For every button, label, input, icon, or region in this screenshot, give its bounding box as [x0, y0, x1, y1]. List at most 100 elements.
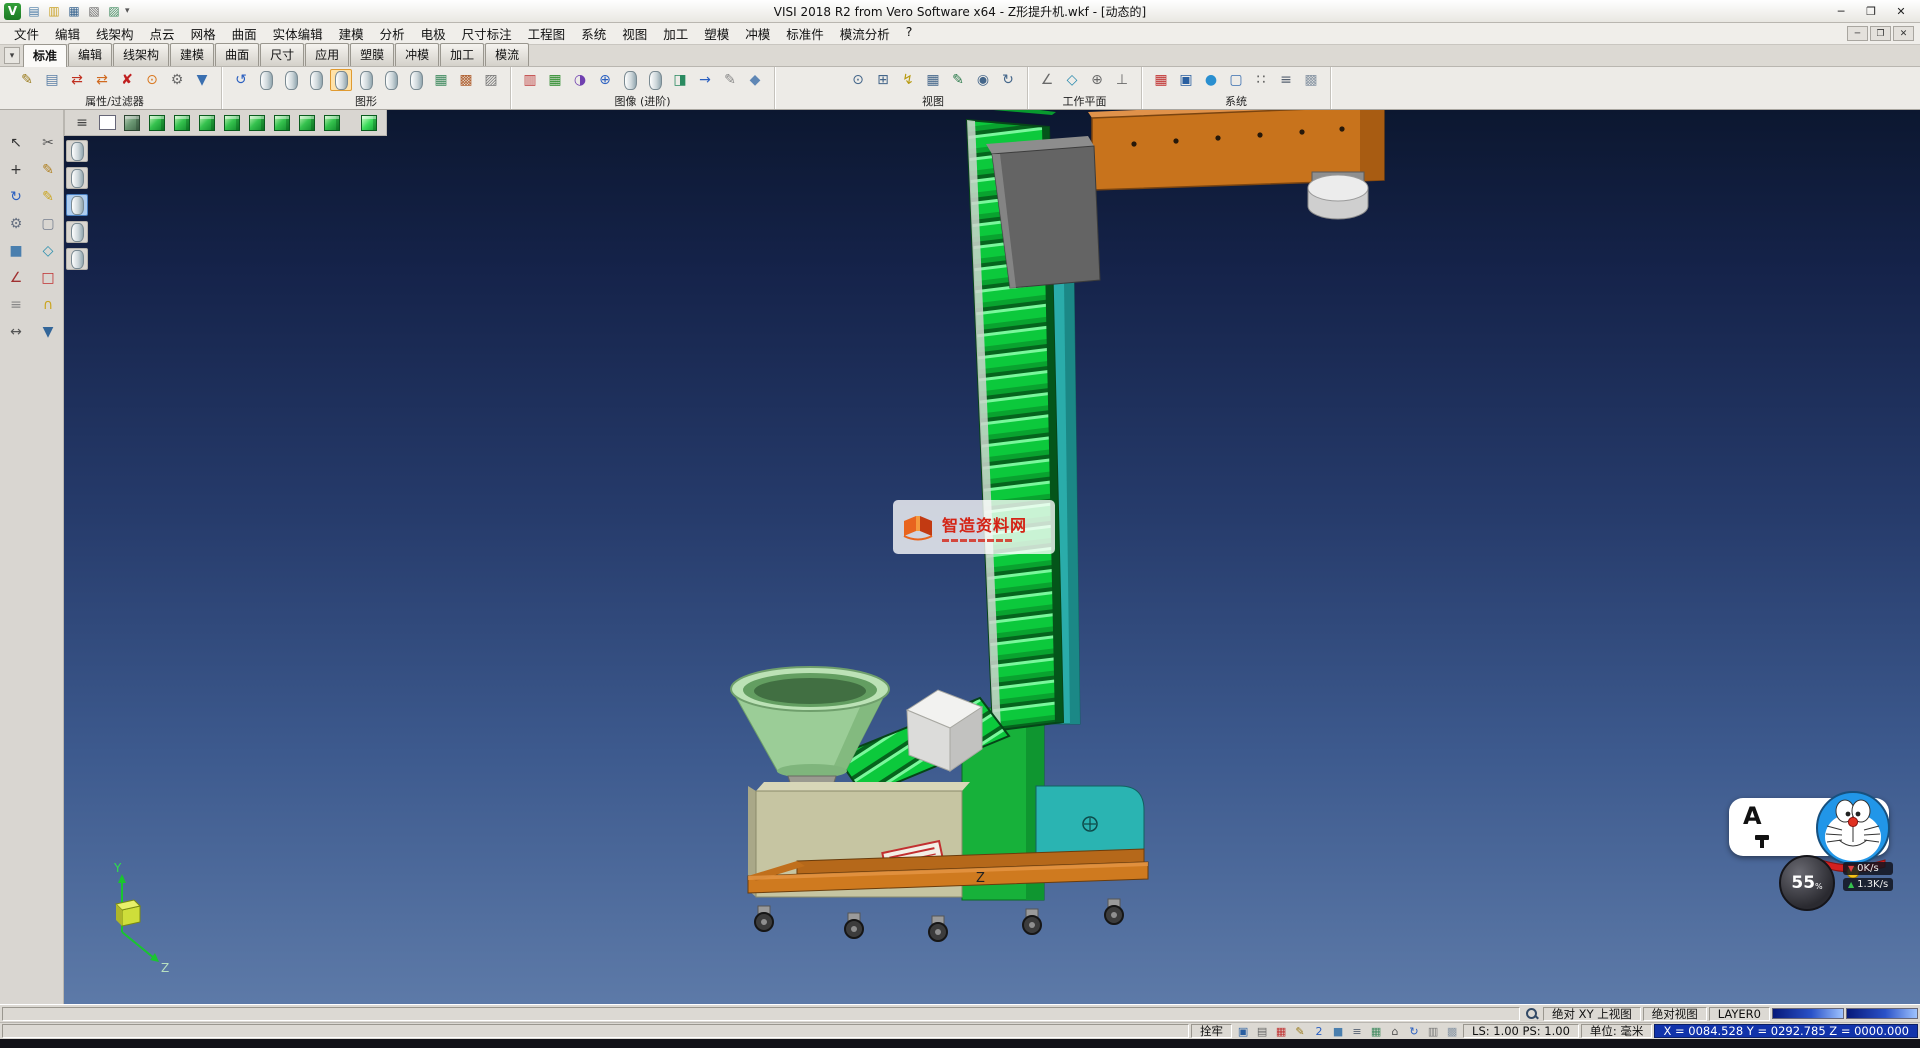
tab-edit[interactable]: 编辑: [68, 43, 112, 66]
status-list-icon[interactable]: ≡: [1348, 1024, 1366, 1039]
status-box-icon[interactable]: ■: [1329, 1024, 1347, 1039]
ghost-cylinder-icon[interactable]: [355, 69, 377, 91]
select-arrow-icon[interactable]: ↖: [5, 132, 27, 154]
sys-colors-icon[interactable]: ▦: [1150, 69, 1172, 91]
menu-system[interactable]: 系统: [573, 22, 614, 45]
display-filter-4-icon[interactable]: [66, 221, 88, 243]
workplane-plane-icon[interactable]: ◇: [1061, 69, 1083, 91]
view-iso-icon[interactable]: [146, 112, 168, 134]
save-view-icon[interactable]: ▼: [37, 321, 59, 343]
adv-pen-icon[interactable]: ✎: [719, 69, 741, 91]
minimize-button[interactable]: ─: [1826, 2, 1856, 21]
tab-machining[interactable]: 加工: [440, 43, 484, 66]
menu-wireframe[interactable]: 线架构: [88, 22, 142, 45]
pan-icon[interactable]: ↔: [5, 321, 27, 343]
menu-flow-analysis[interactable]: 模流分析: [832, 22, 898, 45]
tab-apply[interactable]: 应用: [305, 43, 349, 66]
wireframe-cylinder-icon[interactable]: [255, 69, 277, 91]
redline-icon[interactable]: ✎: [947, 69, 969, 91]
status-screen-icon[interactable]: ▥: [1424, 1024, 1442, 1039]
menu-machining[interactable]: 加工: [655, 22, 696, 45]
tool-gear-icon[interactable]: ⚙: [5, 213, 27, 235]
edges-cylinder-icon[interactable]: [380, 69, 402, 91]
barrel-icon[interactable]: ▩: [455, 69, 477, 91]
rotate-icon[interactable]: ↻: [5, 186, 27, 208]
adv-shading-icon[interactable]: ◑: [569, 69, 591, 91]
solid-box-icon[interactable]: ■: [5, 240, 27, 262]
child-restore-button[interactable]: ❐: [1870, 26, 1891, 41]
mesh-cylinder-icon[interactable]: [405, 69, 427, 91]
view-axon-icon[interactable]: [321, 112, 343, 134]
marker-pen-icon[interactable]: ✎: [37, 186, 59, 208]
viewport-3d[interactable]: Z Y Z 智造资料网: [64, 110, 1920, 1004]
display-filter-1-icon[interactable]: [66, 140, 88, 162]
adv-section-icon[interactable]: ◨: [669, 69, 691, 91]
attr-pages-icon[interactable]: ▤: [41, 69, 63, 91]
speed-gauge[interactable]: 55 %: [1779, 855, 1835, 911]
menu-help[interactable]: ?: [898, 22, 921, 45]
status-monitor-icon[interactable]: ▣: [1234, 1024, 1252, 1039]
tab-flow[interactable]: 模流: [485, 43, 529, 66]
menu-solid-edit[interactable]: 实体编辑: [265, 22, 331, 45]
save-icon[interactable]: ▦: [65, 2, 83, 20]
measure-angle-icon[interactable]: ∠: [5, 267, 27, 289]
visibility-icon[interactable]: ◉: [972, 69, 994, 91]
menu-standard-parts[interactable]: 标准件: [778, 22, 832, 45]
viewbar-window-icon[interactable]: [96, 112, 118, 134]
status-refresh-icon[interactable]: ↻: [1405, 1024, 1423, 1039]
status-pencil-icon[interactable]: ✎: [1291, 1024, 1309, 1039]
zoom-icon[interactable]: ⊙: [847, 69, 869, 91]
menu-electrode[interactable]: 电极: [413, 22, 454, 45]
menu-dimension[interactable]: 尺寸标注: [454, 22, 520, 45]
sketch-pen-icon[interactable]: ✎: [37, 159, 59, 181]
tab-mold[interactable]: 塑膜: [350, 43, 394, 66]
hidden-line-cylinder-icon[interactable]: [280, 69, 302, 91]
display-filter-2-icon[interactable]: [66, 167, 88, 189]
view-cube-dim-icon[interactable]: [121, 112, 143, 134]
view-bottom-icon[interactable]: [296, 112, 318, 134]
status-cells-icon[interactable]: ▩: [1443, 1024, 1461, 1039]
view-top-icon[interactable]: [196, 112, 218, 134]
tab-dimension[interactable]: 尺寸: [260, 43, 304, 66]
texture-icon[interactable]: ▨: [480, 69, 502, 91]
menu-analysis[interactable]: 分析: [372, 22, 413, 45]
sys-window-icon[interactable]: ▢: [1225, 69, 1247, 91]
attr-pencil-icon[interactable]: ✎: [16, 69, 38, 91]
menu-view[interactable]: 视图: [614, 22, 655, 45]
attr-match-icon[interactable]: ⇄: [91, 69, 113, 91]
display-filter-5-icon[interactable]: [66, 248, 88, 270]
shaded-cylinder-icon[interactable]: [305, 69, 327, 91]
sys-layers-icon[interactable]: ≡: [1275, 69, 1297, 91]
regen-icon[interactable]: ↺: [230, 69, 252, 91]
menu-surface[interactable]: 曲面: [224, 22, 265, 45]
print-icon[interactable]: ▧: [85, 2, 103, 20]
scissors-icon[interactable]: ✂: [37, 132, 59, 154]
tab-modeling[interactable]: 建模: [170, 43, 214, 66]
attr-swap-icon[interactable]: ⇄: [66, 69, 88, 91]
tab-surface[interactable]: 曲面: [215, 43, 259, 66]
status-home-icon[interactable]: ⌂: [1386, 1024, 1404, 1039]
view-back-icon[interactable]: [271, 112, 293, 134]
tab-standard[interactable]: 标准: [23, 44, 67, 67]
display-filter-3-icon[interactable]: [66, 194, 88, 216]
attr-delete-icon[interactable]: ✘: [116, 69, 138, 91]
maximize-button[interactable]: ❐: [1856, 2, 1886, 21]
tabbar-dropdown-icon[interactable]: ▾: [4, 47, 20, 64]
menu-drafting[interactable]: 工程图: [520, 22, 574, 45]
sys-screen-icon[interactable]: ▣: [1175, 69, 1197, 91]
absolute-view-field[interactable]: 绝对视图: [1643, 1007, 1707, 1021]
view-right-icon[interactable]: [221, 112, 243, 134]
menu-edit[interactable]: 编辑: [47, 22, 88, 45]
status-two-icon[interactable]: 2: [1310, 1024, 1328, 1039]
arc-icon[interactable]: ∩: [37, 294, 59, 316]
snap-lock-field[interactable]: 拴牢: [1191, 1024, 1232, 1038]
sys-matrix-icon[interactable]: ∷: [1250, 69, 1272, 91]
menu-pointcloud[interactable]: 点云: [142, 22, 183, 45]
zoom-fit-icon[interactable]: ⊞: [872, 69, 894, 91]
child-close-button[interactable]: ✕: [1893, 26, 1914, 41]
refresh-view-icon[interactable]: ↻: [997, 69, 1019, 91]
frame-icon[interactable]: □: [37, 267, 59, 289]
menu-mesh[interactable]: 网格: [183, 22, 224, 45]
workplane-angle-icon[interactable]: ∠: [1036, 69, 1058, 91]
layer-field[interactable]: LAYER0: [1709, 1007, 1770, 1021]
